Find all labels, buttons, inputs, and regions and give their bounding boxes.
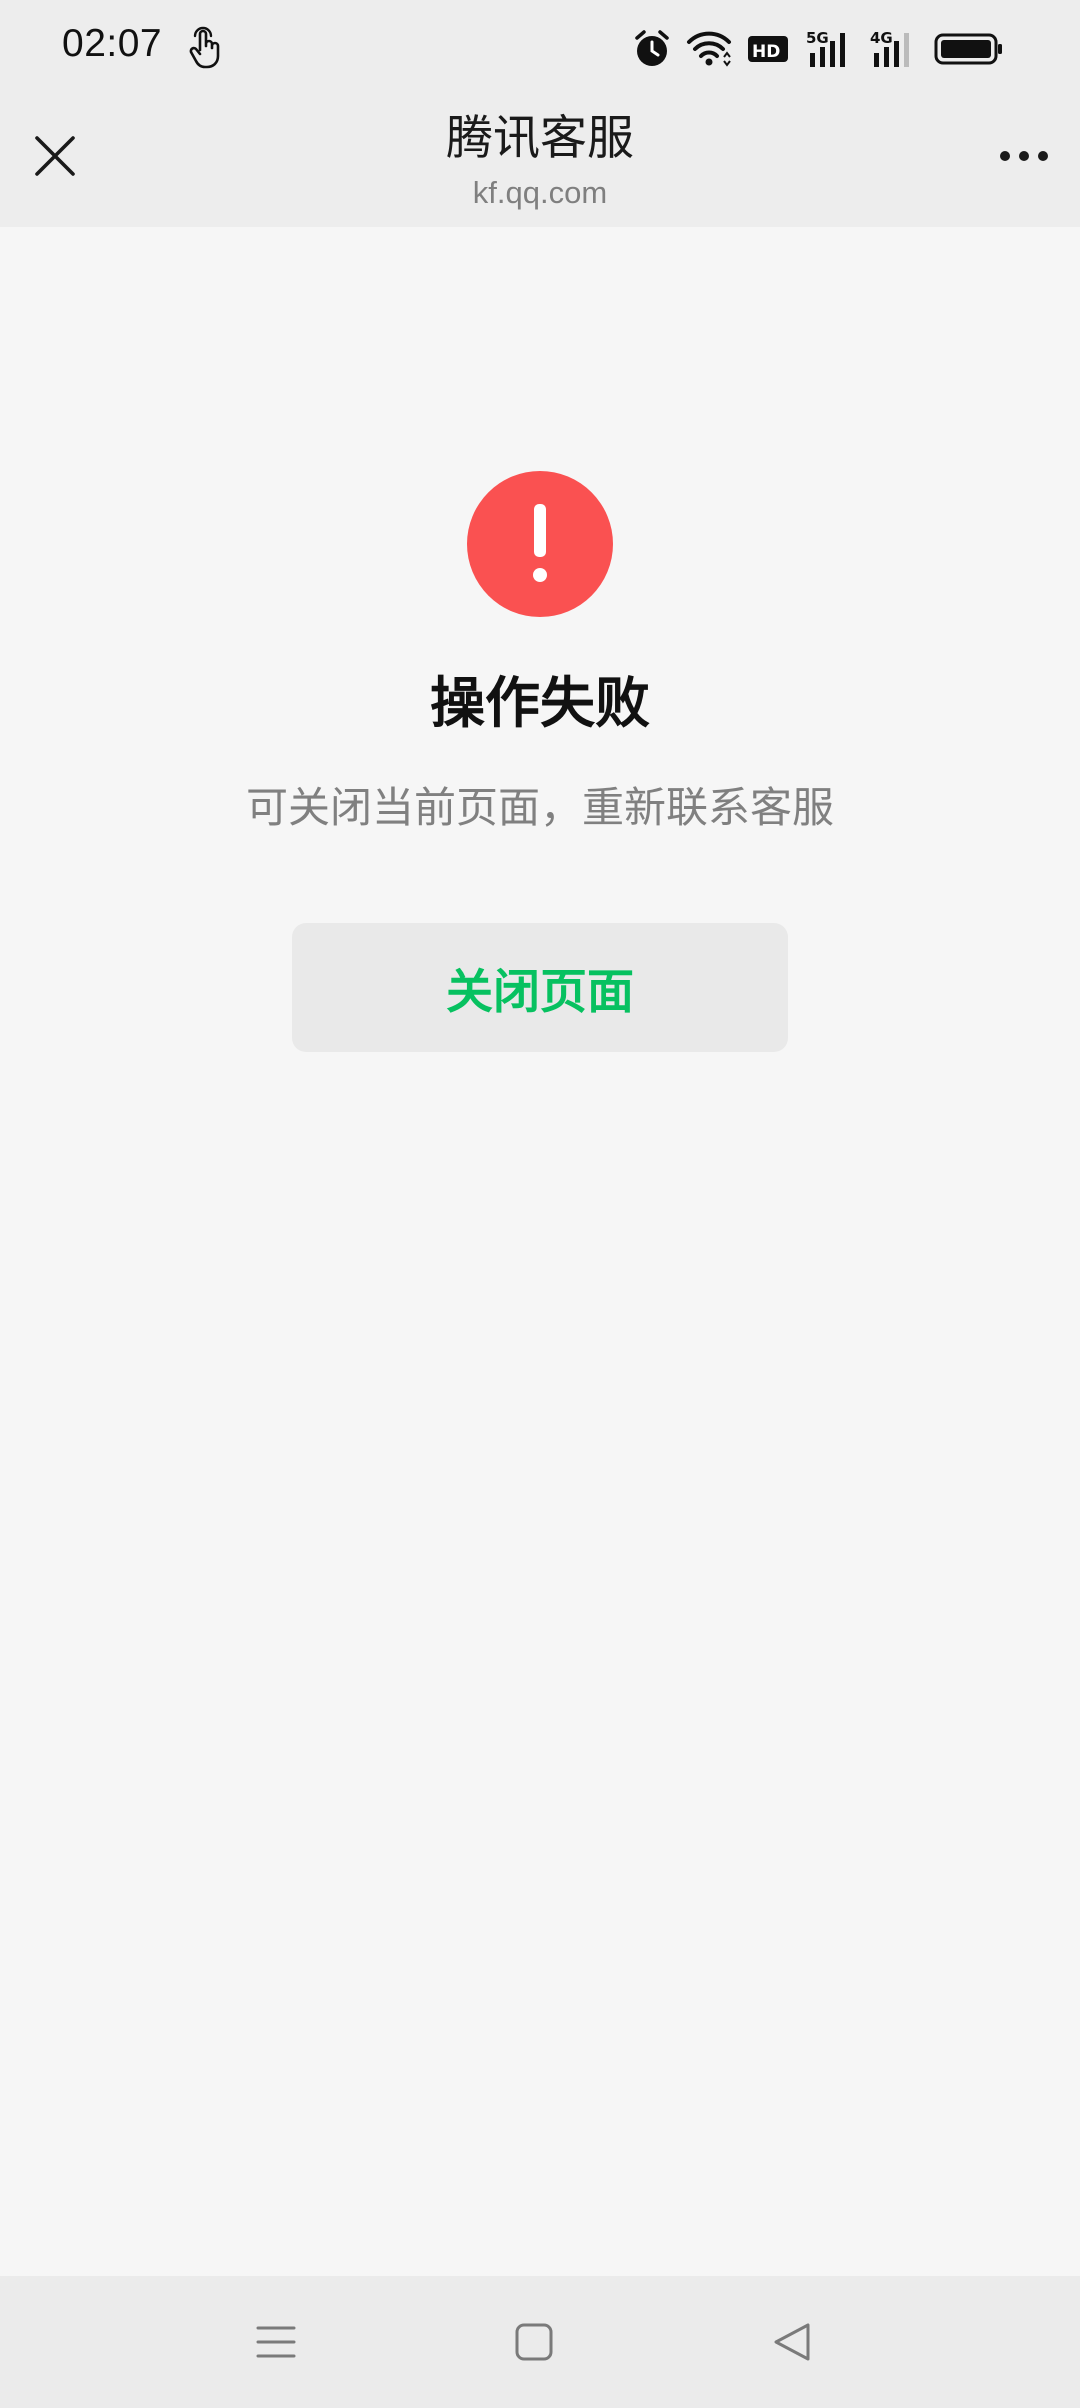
more-button[interactable] bbox=[990, 129, 1058, 183]
exclamation-icon bbox=[467, 471, 613, 617]
back-button[interactable] bbox=[756, 2306, 828, 2378]
menu-button[interactable] bbox=[240, 2306, 312, 2378]
error-description: 可关闭当前页面，重新联系客服 bbox=[245, 783, 834, 832]
title-block: 腾讯客服 kf.qq.com bbox=[240, 111, 840, 213]
home-button[interactable] bbox=[498, 2306, 570, 2378]
status-time: 02:07 bbox=[62, 22, 163, 65]
menu-icon bbox=[256, 2326, 296, 2358]
more-icon-dot bbox=[1038, 151, 1048, 161]
battery-icon bbox=[934, 33, 1002, 65]
close-button[interactable] bbox=[24, 125, 86, 187]
status-bar: 02:07 HD 5G 4G bbox=[0, 0, 1080, 95]
page-domain: kf.qq.com bbox=[472, 175, 608, 210]
alarm-icon bbox=[635, 30, 669, 66]
close-icon bbox=[35, 136, 75, 176]
status-icons: HD 5G 4G bbox=[634, 26, 1004, 72]
signal-5g-icon: 5G bbox=[806, 29, 845, 67]
exclamation-point bbox=[533, 568, 547, 582]
more-icon-dot bbox=[1019, 151, 1029, 161]
navigation-bar bbox=[0, 2276, 1080, 2408]
close-page-button[interactable]: 关闭页面 bbox=[292, 923, 788, 1052]
hd-label: HD bbox=[752, 42, 780, 62]
exclamation-bar bbox=[534, 504, 546, 557]
more-icon bbox=[1000, 151, 1010, 161]
back-icon bbox=[774, 2323, 810, 2361]
hd-icon: HD bbox=[748, 36, 788, 62]
home-icon bbox=[515, 2323, 553, 2361]
page-title: 腾讯客服 bbox=[446, 111, 634, 166]
wifi-icon bbox=[687, 31, 731, 67]
title-bar: 腾讯客服 kf.qq.com bbox=[0, 95, 1080, 227]
net-5g-label: 5G bbox=[806, 29, 829, 47]
signal-4g-icon: 4G bbox=[870, 29, 909, 67]
screen: 02:07 HD 5G 4G 腾讯客服 kf.qq.com 操作失败 可关闭当前… bbox=[0, 0, 1080, 2408]
error-title: 操作失败 bbox=[429, 671, 650, 735]
net-4g-label: 4G bbox=[870, 29, 893, 47]
touch-icon bbox=[189, 26, 220, 69]
